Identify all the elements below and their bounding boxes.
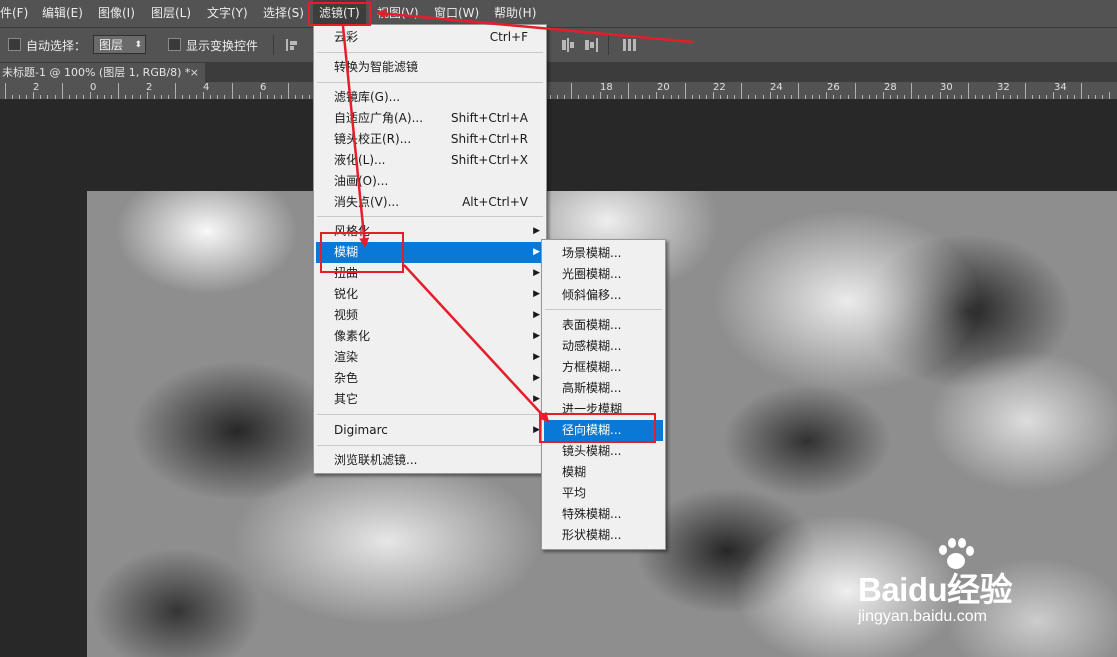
annotation-arrow <box>403 264 550 423</box>
watermark-url: jingyan.baidu.com <box>858 608 987 625</box>
baidu-watermark: Baidu经验 jingyan.baidu.com <box>856 533 1061 633</box>
annotation-arrow <box>376 8 694 44</box>
watermark-brand: Baidu经验 <box>858 571 1013 608</box>
annotation-arrow <box>341 25 370 248</box>
